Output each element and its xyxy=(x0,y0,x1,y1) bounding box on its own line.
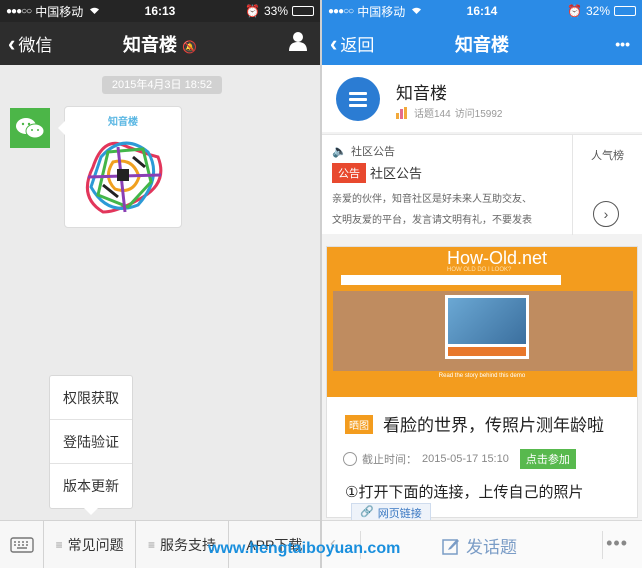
ranking-label: 人气榜 xyxy=(591,150,624,162)
deadline-label: 截止时间： xyxy=(362,454,417,466)
qr-card-title: 知音楼 xyxy=(108,117,138,128)
link-icon: 🔗 xyxy=(360,506,374,518)
chat-title: 知音楼 🔕 xyxy=(0,31,320,57)
keyboard-toggle-button[interactable] xyxy=(0,521,44,568)
chat-title-text: 知音楼 xyxy=(123,34,178,55)
topic-meta: 截止时间： 2015-05-17 15:10 点击参加 xyxy=(343,449,576,469)
person-icon xyxy=(289,32,307,51)
nav-bar: ‹ 微信 知音楼 🔕 xyxy=(0,22,320,65)
popularity-ranking[interactable]: 人气榜 › xyxy=(572,135,642,235)
menu-item-version-update[interactable]: 版本更新 xyxy=(50,464,132,508)
clock-time: 16:13 xyxy=(144,4,176,18)
status-bar: ●●●○○ 中国移动 16:14 ⏰ 32% xyxy=(322,0,642,22)
topic-count: 话题144 xyxy=(414,109,451,120)
edit-icon xyxy=(442,538,459,555)
topic-card[interactable]: How-Old.net HOW OLD DO I LOOK? Read the … xyxy=(326,246,638,523)
topic-tag: 晒图 xyxy=(345,415,373,434)
mute-icon: 🔕 xyxy=(182,39,197,54)
status-bar: ●●●○○ 中国移动 16:13 ⏰ 33% xyxy=(0,0,320,22)
visit-count: 访问15992 xyxy=(454,109,503,120)
topic-title[interactable]: 看脸的世界，传照片测年龄啦 xyxy=(383,411,604,436)
menu-item-permission[interactable]: 权限获取 xyxy=(50,376,132,420)
more-menu-button[interactable]: ••• xyxy=(606,533,628,554)
menu-faq-button[interactable]: ≡ 常见问题 xyxy=(44,521,137,568)
more-options-button[interactable]: ••• xyxy=(615,36,630,52)
announcement-title[interactable]: 社区公告 xyxy=(370,163,422,182)
announcement-line: 亲爱的伙伴，知音社区是好未来人互助交友、 xyxy=(332,194,532,205)
post-topic-button[interactable]: 发话题 xyxy=(442,533,517,558)
announcement-header: 🔈 社区公告 xyxy=(332,143,395,159)
banner-search-bar xyxy=(341,275,561,285)
profile-button[interactable] xyxy=(288,31,308,56)
menu-lines-icon: ≡ xyxy=(55,538,63,552)
banner-photo-card xyxy=(445,295,529,359)
forum-screen: ●●●○○ 中国移动 16:14 ⏰ 32% ‹ 返回 知音楼 ••• 知音楼 … xyxy=(322,0,642,568)
battery-icon xyxy=(292,6,314,16)
announcement-header-label: 社区公告 xyxy=(350,146,395,158)
separator xyxy=(602,531,603,559)
announcement-badge: 公告 xyxy=(332,163,366,183)
chat-timestamp: 2015年4月3日 18:52 xyxy=(102,76,222,94)
qr-code-message[interactable]: 知音楼 xyxy=(58,106,182,228)
topic-banner-image: How-Old.net HOW OLD DO I LOOK? Read the … xyxy=(327,247,637,397)
forum-header: 知音楼 话题144 访问15992 xyxy=(322,65,642,132)
activity-bars-icon xyxy=(396,106,407,119)
wechat-chat-screen: ●●●○○ 中国移动 16:13 ⏰ 33% ‹ 微信 知音楼 🔕 2015年4… xyxy=(0,0,320,568)
join-button[interactable]: 点击参加 xyxy=(519,449,576,469)
wechat-icon xyxy=(16,118,45,139)
forum-stats: 话题144 访问15992 xyxy=(396,105,503,120)
announcement-text: 亲爱的伙伴，知音社区是好未来人互助交友、 文明友爱的平台，发言请文明有礼，不要发… xyxy=(332,189,567,231)
forum-name: 知音楼 xyxy=(396,84,447,103)
post-topic-label: 发话题 xyxy=(466,538,517,557)
banner-footer: Read the story behind this demo xyxy=(438,373,526,379)
clock-time: 16:14 xyxy=(466,4,498,18)
clock-icon xyxy=(343,452,357,466)
menu-lines-icon: ≡ xyxy=(147,538,155,552)
qr-code-image xyxy=(85,141,163,214)
topic-body: ①打开下面的连接，上传自己的照片 xyxy=(345,484,584,501)
banner-subtitle: HOW OLD DO I LOOK? xyxy=(447,267,512,273)
battery-icon xyxy=(614,6,636,16)
web-link-label: 网页链接 xyxy=(377,508,422,520)
keyboard-icon xyxy=(9,537,34,553)
chevron-right-icon[interactable]: › xyxy=(593,201,619,227)
deadline-value: 2015-05-17 15:10 xyxy=(422,453,509,465)
page-title: 知音楼 xyxy=(455,34,509,55)
sender-avatar[interactable] xyxy=(10,108,50,148)
submenu-popup: 权限获取 登陆验证 版本更新 xyxy=(49,375,133,515)
announcement-line: 文明友爱的平台，发言请文明有礼，不要发表 xyxy=(332,215,532,226)
watermark: www.hengtaiboyuan.com xyxy=(208,540,401,557)
menu-label: 常见问题 xyxy=(67,537,124,553)
announcement-section: 🔈 社区公告 公告 社区公告 亲爱的伙伴，知音社区是好未来人互助交友、 文明友爱… xyxy=(322,134,642,235)
speaker-icon: 🔈 xyxy=(332,144,347,158)
nav-bar: ‹ 返回 知音楼 ••• xyxy=(322,22,642,65)
banner-title: How-Old.net xyxy=(447,248,548,268)
forum-logo-icon xyxy=(336,77,380,121)
menu-item-login-verify[interactable]: 登陆验证 xyxy=(50,420,132,464)
